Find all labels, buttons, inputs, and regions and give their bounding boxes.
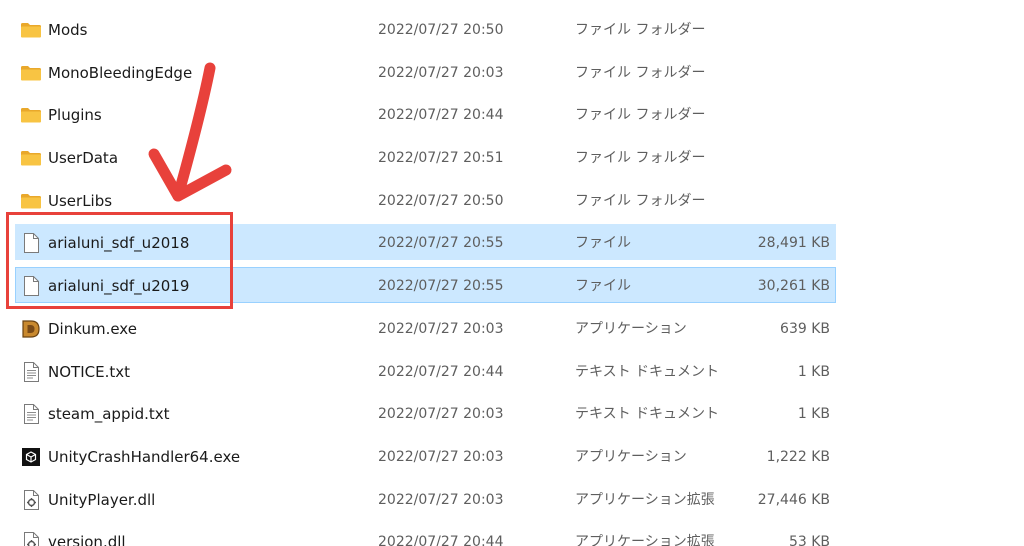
file-modified-date: 2022/07/27 20:03	[378, 406, 504, 423]
file-name: UnityPlayer.dll	[48, 490, 156, 509]
file-modified-date: 2022/07/27 20:44	[378, 363, 504, 380]
file-type: アプリケーション拡張	[575, 534, 715, 546]
file-size: 1,222 KB	[766, 448, 830, 465]
file-row[interactable]: Plugins 2022/07/27 20:44 ファイル フォルダー	[0, 94, 1024, 137]
file-row[interactable]: arialuni_sdf_u2019 2022/07/27 20:55 ファイル 30…	[0, 265, 1024, 308]
file-size: 1 KB	[797, 363, 830, 380]
file-row[interactable]: MonoBleedingEdge 2022/07/27 20:03 ファイル フォル…	[0, 52, 1024, 95]
file-type: テキスト ドキュメント	[575, 363, 720, 380]
text-file-icon	[20, 361, 42, 383]
file-modified-date: 2022/07/27 20:55	[378, 278, 504, 295]
file-type: ファイル フォルダー	[575, 150, 706, 167]
folder-icon	[20, 147, 42, 169]
file-list: Mods 2022/07/27 20:50 ファイル フォルダー MonoBleedi…	[0, 9, 1024, 546]
file-type: アプリケーション	[575, 320, 687, 337]
blank-file-icon	[20, 232, 42, 254]
file-name: UserData	[48, 149, 119, 168]
file-name: UnityCrashHandler64.exe	[48, 447, 241, 466]
file-modified-date: 2022/07/27 20:50	[378, 192, 504, 209]
file-row[interactable]: NOTICE.txt 2022/07/27 20:44 テキスト ドキュメント 1 K…	[0, 351, 1024, 394]
folder-icon	[20, 19, 42, 41]
file-name: steam_appid.txt	[48, 405, 170, 424]
file-row[interactable]: Mods 2022/07/27 20:50 ファイル フォルダー	[0, 9, 1024, 52]
file-size: 28,491 KB	[757, 235, 830, 252]
file-row[interactable]: UnityPlayer.dll 2022/07/27 20:03 アプリケーション拡…	[0, 479, 1024, 522]
file-type: ファイル フォルダー	[575, 22, 706, 38]
file-name: Dinkum.exe	[48, 319, 137, 338]
folder-icon	[20, 62, 42, 84]
file-row[interactable]: Dinkum.exe 2022/07/27 20:03 アプリケーション 639 KB	[0, 308, 1024, 351]
file-row[interactable]: UserLibs 2022/07/27 20:50 ファイル フォルダー	[0, 180, 1024, 223]
dinkum-app-icon	[20, 318, 42, 340]
file-size: 27,446 KB	[757, 491, 830, 508]
folder-icon	[20, 104, 42, 126]
file-size: 30,261 KB	[757, 278, 830, 295]
file-name: Mods	[48, 21, 88, 39]
dll-file-icon	[20, 489, 42, 511]
folder-icon	[20, 190, 42, 212]
file-modified-date: 2022/07/27 20:03	[378, 320, 504, 337]
file-modified-date: 2022/07/27 20:50	[378, 22, 504, 38]
file-row[interactable]: steam_appid.txt 2022/07/27 20:03 テキスト ドキュメ…	[0, 393, 1024, 436]
file-type: テキスト ドキュメント	[575, 406, 720, 423]
text-file-icon	[20, 403, 42, 425]
file-type: ファイル フォルダー	[575, 64, 706, 81]
file-row[interactable]: arialuni_sdf_u2018 2022/07/27 20:55 ファイル 28…	[0, 222, 1024, 265]
unity-app-icon	[20, 446, 42, 468]
file-type: ファイル フォルダー	[575, 192, 706, 209]
file-modified-date: 2022/07/27 20:55	[378, 235, 504, 252]
file-row[interactable]: version.dll 2022/07/27 20:44 アプリケーション拡張 53 …	[0, 521, 1024, 546]
file-size: 1 KB	[797, 406, 830, 423]
file-explorer-window: Mods 2022/07/27 20:50 ファイル フォルダー MonoBleedi…	[0, 0, 1024, 546]
file-name: MonoBleedingEdge	[48, 63, 193, 82]
file-size: 639 KB	[780, 320, 830, 337]
file-row[interactable]: UnityCrashHandler64.exe 2022/07/27 20:03 ア…	[0, 436, 1024, 479]
file-name: UserLibs	[48, 191, 113, 210]
file-modified-date: 2022/07/27 20:44	[378, 107, 504, 124]
file-size: 53 KB	[788, 534, 830, 546]
file-name: arialuni_sdf_u2019	[48, 277, 190, 296]
file-row[interactable]: UserData 2022/07/27 20:51 ファイル フォルダー	[0, 137, 1024, 180]
file-type: ファイル	[575, 235, 631, 252]
file-type: アプリケーション拡張	[575, 491, 715, 508]
blank-file-icon	[20, 275, 42, 297]
file-modified-date: 2022/07/27 20:51	[378, 150, 504, 167]
file-type: ファイル	[575, 278, 631, 295]
file-type: アプリケーション	[575, 448, 687, 465]
file-modified-date: 2022/07/27 20:03	[378, 448, 504, 465]
file-modified-date: 2022/07/27 20:44	[378, 534, 504, 546]
file-name: arialuni_sdf_u2018	[48, 234, 190, 253]
file-modified-date: 2022/07/27 20:03	[378, 64, 504, 81]
file-name: version.dll	[48, 533, 126, 546]
dll-file-icon	[20, 531, 42, 546]
file-name: NOTICE.txt	[48, 362, 130, 381]
file-name: Plugins	[48, 106, 102, 125]
file-modified-date: 2022/07/27 20:03	[378, 491, 504, 508]
file-type: ファイル フォルダー	[575, 107, 706, 124]
